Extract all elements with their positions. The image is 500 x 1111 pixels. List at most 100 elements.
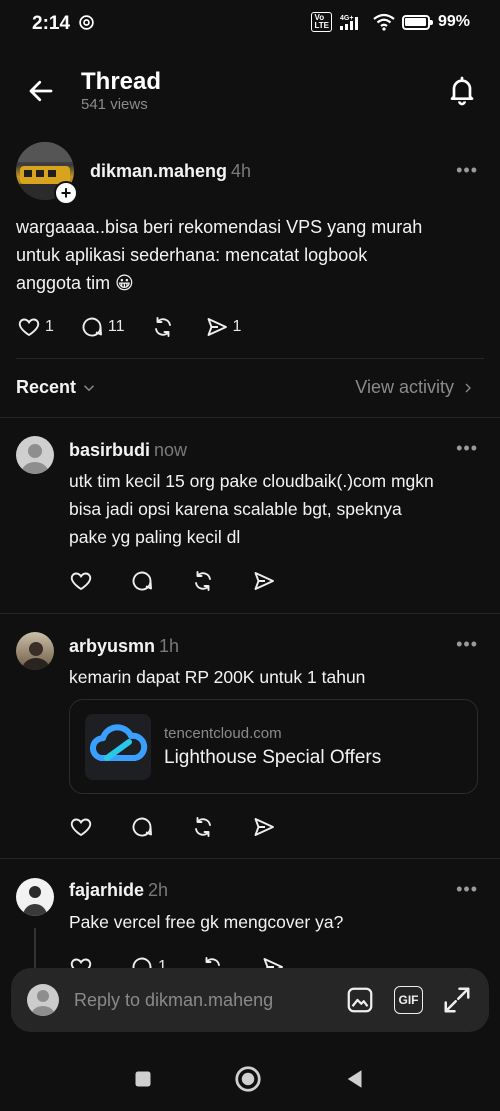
reply-text-line: pake yg paling kecil dl xyxy=(69,527,241,547)
volte-icon: Vo LTE xyxy=(311,12,332,32)
like-button[interactable] xyxy=(69,815,97,839)
like-count: 1 xyxy=(45,318,54,335)
heart-icon xyxy=(70,818,92,837)
bell-icon[interactable] xyxy=(446,74,478,106)
more-options-icon[interactable]: ••• xyxy=(456,160,478,181)
chevron-right-icon xyxy=(465,383,471,392)
author-name[interactable]: dikman.maheng xyxy=(90,161,227,181)
sort-label: Recent xyxy=(16,377,77,397)
repost-icon xyxy=(195,571,211,591)
reply-text: Pake vercel free gk mengcover ya? xyxy=(69,908,343,936)
reply-author[interactable]: basirbudi xyxy=(69,440,150,460)
view-activity-link[interactable]: View activity xyxy=(355,377,476,398)
follow-plus-icon[interactable]: + xyxy=(54,181,78,205)
send-icon xyxy=(254,572,274,590)
wifi-icon xyxy=(373,13,395,31)
thread-connector-line xyxy=(34,928,36,973)
share-button[interactable] xyxy=(261,955,289,968)
repost-icon xyxy=(154,317,171,337)
post-text: wargaaaa..bisa beri rekomendasi VPS yang… xyxy=(16,213,422,297)
gif-icon[interactable]: GIF xyxy=(394,986,423,1014)
more-options-icon[interactable]: ••• xyxy=(456,634,478,655)
comment-count: 1 xyxy=(158,958,167,968)
send-icon xyxy=(263,958,283,968)
link-domain: tencentcloud.com xyxy=(164,725,282,742)
recents-button-icon[interactable] xyxy=(128,1064,158,1094)
expand-icon[interactable] xyxy=(442,985,472,1015)
post-text-line: untuk aplikasi sederhana: mencatat logbo… xyxy=(16,245,368,265)
reply-username[interactable]: arbyusmn 1h xyxy=(69,636,179,657)
divider xyxy=(0,858,500,859)
reply-author[interactable]: fajarhide xyxy=(69,880,144,900)
comment-count: 11 xyxy=(107,318,125,335)
author-username[interactable]: dikman.maheng 4h xyxy=(90,161,251,182)
reply-username[interactable]: fajarhide 2h xyxy=(69,880,168,901)
tencent-cloud-logo xyxy=(85,714,151,780)
reply-avatar[interactable] xyxy=(16,632,54,670)
reply-avatar[interactable] xyxy=(16,878,54,916)
post-actions: 1 11 1 xyxy=(17,315,267,339)
comment-button[interactable] xyxy=(130,815,158,839)
comment-icon xyxy=(82,317,102,337)
repost-button[interactable] xyxy=(191,815,219,839)
comment-button[interactable]: 1 xyxy=(130,955,167,968)
reply-time: now xyxy=(154,440,188,460)
back-button-icon[interactable] xyxy=(339,1064,369,1094)
more-options-icon[interactable]: ••• xyxy=(456,438,478,459)
sort-dropdown[interactable]: Recent xyxy=(16,377,98,398)
reply-time: 1h xyxy=(159,636,180,656)
back-arrow-icon[interactable] xyxy=(26,76,56,106)
share-button[interactable] xyxy=(252,569,280,593)
reply-text-line: bisa jadi opsi karena scalable bgt, spek… xyxy=(69,499,402,519)
post-text-line: wargaaaa..bisa beri rekomendasi VPS yang… xyxy=(16,217,423,237)
home-button-icon[interactable] xyxy=(233,1064,263,1094)
like-button[interactable]: 1 xyxy=(17,315,54,339)
image-icon[interactable] xyxy=(345,985,375,1015)
battery-icon xyxy=(401,14,433,30)
comment-button[interactable] xyxy=(130,569,158,593)
reply-text: utk tim kecil 15 org pake cloudbaik(.)co… xyxy=(69,467,434,551)
reply-text-line: utk tim kecil 15 org pake cloudbaik(.)co… xyxy=(69,471,434,491)
system-nav-bar xyxy=(0,1050,500,1111)
share-button[interactable]: 1 xyxy=(205,315,242,339)
reply-actions xyxy=(69,569,306,593)
share-button[interactable] xyxy=(252,815,280,839)
link-preview-card[interactable]: tencentcloud.com Lighthouse Special Offe… xyxy=(69,699,478,794)
divider xyxy=(16,358,484,359)
heart-icon xyxy=(70,958,92,968)
share-count: 1 xyxy=(232,318,242,335)
reply-composer: GIF xyxy=(11,968,489,1032)
divider xyxy=(0,417,500,418)
page-title: Thread xyxy=(81,68,162,95)
link-title: Lighthouse Special Offers xyxy=(164,747,382,768)
reply-text: kemarin dapat RP 200K untuk 1 tahun xyxy=(69,663,365,691)
more-options-icon[interactable]: ••• xyxy=(456,879,478,900)
reply-username[interactable]: basirbudi now xyxy=(69,440,187,461)
reply-text-line: kemarin dapat RP 200K untuk 1 tahun xyxy=(69,667,366,687)
reply-avatar[interactable] xyxy=(16,436,54,474)
comment-icon xyxy=(132,957,152,968)
thread-header: Thread 541 views xyxy=(0,60,500,124)
repost-button[interactable] xyxy=(200,955,228,968)
reply-text-line: Pake vercel free gk mengcover ya? xyxy=(69,912,344,932)
repost-icon xyxy=(195,817,211,837)
threads-notification-icon xyxy=(79,15,94,30)
like-button[interactable] xyxy=(69,569,97,593)
battery-percent: 99% xyxy=(437,13,470,30)
repost-button[interactable] xyxy=(151,315,179,339)
my-avatar xyxy=(27,984,59,1016)
reply-author[interactable]: arbyusmn xyxy=(69,636,155,656)
svg-text:4G+: 4G+ xyxy=(340,15,353,22)
reply-input[interactable] xyxy=(74,968,334,1032)
repost-button[interactable] xyxy=(191,569,219,593)
comment-icon xyxy=(132,571,152,591)
chevron-down-icon xyxy=(84,384,95,391)
comment-button[interactable]: 11 xyxy=(80,315,125,339)
view-count: 541 views xyxy=(81,96,148,113)
divider xyxy=(0,613,500,614)
status-bar: 2:14 Vo LTE 4G+ 99% xyxy=(0,0,500,48)
reply-time: 2h xyxy=(148,880,169,900)
heart-icon xyxy=(70,572,92,591)
cellular-signal-icon: 4G+ xyxy=(339,15,358,30)
like-button[interactable] xyxy=(69,955,97,968)
